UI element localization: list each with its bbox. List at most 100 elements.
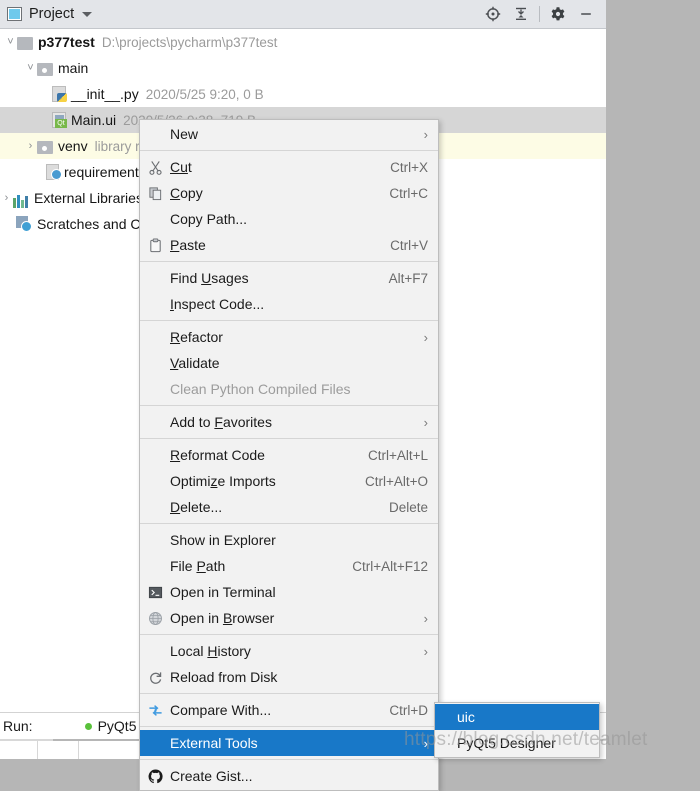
tree-twisty-icon[interactable]: ˅ xyxy=(4,36,17,48)
menu-item-label: Find Usages xyxy=(170,270,249,286)
chevron-right-icon: › xyxy=(423,126,428,142)
menu-item-accel: Ctrl+C xyxy=(389,185,428,201)
chevron-right-icon: › xyxy=(423,414,428,430)
requirements-file-icon xyxy=(46,164,61,180)
terminal-icon xyxy=(140,579,170,605)
tree-node-label: p377test xyxy=(38,34,95,50)
context-menu[interactable]: New › Cut Ctrl+X Copy Ctrl+C Copy Path..… xyxy=(139,119,439,791)
menu-item-label: Delete... xyxy=(170,499,223,515)
menu-item-local-history[interactable]: Local History › xyxy=(140,638,438,664)
menu-item-accel: Alt+F7 xyxy=(388,270,428,286)
menu-item-external-tools[interactable]: External Tools › xyxy=(140,730,438,756)
menu-item-icon-placeholder xyxy=(140,291,170,317)
chevron-down-icon[interactable] xyxy=(82,11,93,17)
menu-item-file-path[interactable]: File Path Ctrl+Alt+F12 xyxy=(140,553,438,579)
menu-item-copy[interactable]: Copy Ctrl+C xyxy=(140,180,438,206)
external-tools-submenu[interactable]: uic PyQt5 Designer xyxy=(434,702,600,758)
menu-item-label: Inspect Code... xyxy=(170,296,265,312)
menu-item-reformat-code[interactable]: Reformat Code Ctrl+Alt+L xyxy=(140,442,438,468)
chevron-right-icon: › xyxy=(423,610,428,626)
run-divider xyxy=(78,741,79,759)
locate-in-tree-icon[interactable] xyxy=(479,1,507,27)
menu-item-label: Clean Python Compiled Files xyxy=(170,381,351,397)
menu-item-find-usages[interactable]: Find Usages Alt+F7 xyxy=(140,265,438,291)
python-file-icon xyxy=(52,86,67,102)
folder-source-icon xyxy=(37,62,53,76)
tree-node-meta: 2020/5/25 9:20, 0 B xyxy=(145,86,264,102)
menu-separator xyxy=(140,726,438,727)
menu-separator xyxy=(140,693,438,694)
menu-item-accel: Ctrl+V xyxy=(390,237,428,253)
page-title: Project xyxy=(29,6,75,22)
folder-source-icon xyxy=(37,140,53,154)
menu-item-inspect-code[interactable]: Inspect Code... xyxy=(140,291,438,317)
menu-item-clean-python-compiled-files: Clean Python Compiled Files xyxy=(140,376,438,402)
menu-item-label: Copy Path... xyxy=(170,211,248,227)
tree-node-label: __init__.py xyxy=(71,86,139,102)
menu-item-label: Paste xyxy=(170,237,206,253)
menu-item-show-in-explorer[interactable]: Show in Explorer xyxy=(140,527,438,553)
menu-separator xyxy=(140,523,438,524)
copy-icon xyxy=(140,180,170,206)
gear-icon[interactable] xyxy=(544,1,572,27)
tool-window-header: Project xyxy=(0,0,606,29)
menu-item-validate[interactable]: Validate xyxy=(140,350,438,376)
menu-item-open-in-browser[interactable]: Open in Browser › xyxy=(140,605,438,631)
tree-twisty-icon[interactable]: › xyxy=(24,140,37,152)
menu-item-icon-placeholder xyxy=(140,265,170,291)
menu-item-delete[interactable]: Delete... Delete xyxy=(140,494,438,520)
menu-item-icon-placeholder xyxy=(140,376,170,402)
menu-item-compare-with[interactable]: Compare With... Ctrl+D xyxy=(140,697,438,723)
menu-item-reload-from-disk[interactable]: Reload from Disk xyxy=(140,664,438,690)
menu-item-new[interactable]: New › xyxy=(140,121,438,147)
menu-separator xyxy=(140,405,438,406)
menu-item-icon-placeholder xyxy=(140,494,170,520)
tree-row[interactable]: __init__.py 2020/5/25 9:20, 0 B xyxy=(0,81,606,107)
tree-row[interactable]: ˅ p377test D:\projects\pycharm\p377test xyxy=(0,29,606,55)
menu-separator xyxy=(140,634,438,635)
menu-item-icon-placeholder xyxy=(140,324,170,350)
tree-row[interactable]: ˅ main xyxy=(0,55,606,81)
tree-twisty-icon[interactable]: ˅ xyxy=(24,62,37,74)
menu-separator xyxy=(140,438,438,439)
menu-item-label: Reload from Disk xyxy=(170,669,278,685)
browser-globe-icon xyxy=(140,605,170,631)
menu-item-open-in-terminal[interactable]: Open in Terminal xyxy=(140,579,438,605)
menu-item-copy-path[interactable]: Copy Path... xyxy=(140,206,438,232)
menu-separator xyxy=(140,150,438,151)
menu-item-label: Show in Explorer xyxy=(170,532,276,548)
chevron-right-icon: › xyxy=(423,643,428,659)
menu-separator xyxy=(140,320,438,321)
menu-item-label: Add to Favorites xyxy=(170,414,272,430)
chevron-right-icon: › xyxy=(423,329,428,345)
compare-icon xyxy=(140,697,170,723)
menu-item-refactor[interactable]: Refactor › xyxy=(140,324,438,350)
menu-item-label: Reformat Code xyxy=(170,447,265,463)
menu-item-create-gist[interactable]: Create Gist... xyxy=(140,763,438,789)
menu-item-icon-placeholder xyxy=(140,553,170,579)
menu-item-icon-placeholder xyxy=(140,350,170,376)
menu-item-label: Compare With... xyxy=(170,702,272,718)
tree-twisty-icon[interactable]: › xyxy=(0,192,13,204)
menu-item-cut[interactable]: Cut Ctrl+X xyxy=(140,154,438,180)
tree-node-meta: D:\projects\pycharm\p377test xyxy=(101,34,278,50)
menu-item-label: uic xyxy=(457,709,475,725)
cut-icon xyxy=(140,154,170,180)
menu-item-label: Open in Terminal xyxy=(170,584,276,600)
menu-item-icon-placeholder xyxy=(140,206,170,232)
menu-item-icon-placeholder xyxy=(140,409,170,435)
submenu-item-pyqt5-designer[interactable]: PyQt5 Designer xyxy=(435,730,599,756)
minimize-icon[interactable] xyxy=(572,1,600,27)
menu-item-add-to-favorites[interactable]: Add to Favorites › xyxy=(140,409,438,435)
github-icon xyxy=(140,763,170,789)
menu-item-label: Cut xyxy=(170,159,192,175)
collapse-all-icon[interactable] xyxy=(507,1,535,27)
menu-item-optimize-imports[interactable]: Optimize Imports Ctrl+Alt+O xyxy=(140,468,438,494)
submenu-item-uic[interactable]: uic xyxy=(435,704,599,730)
menu-item-paste[interactable]: Paste Ctrl+V xyxy=(140,232,438,258)
project-title-group[interactable]: Project xyxy=(0,6,93,22)
menu-item-label: Refactor xyxy=(170,329,223,345)
header-actions xyxy=(479,1,606,27)
tree-node-label: External Libraries xyxy=(34,190,143,206)
chevron-right-icon: › xyxy=(423,735,428,751)
